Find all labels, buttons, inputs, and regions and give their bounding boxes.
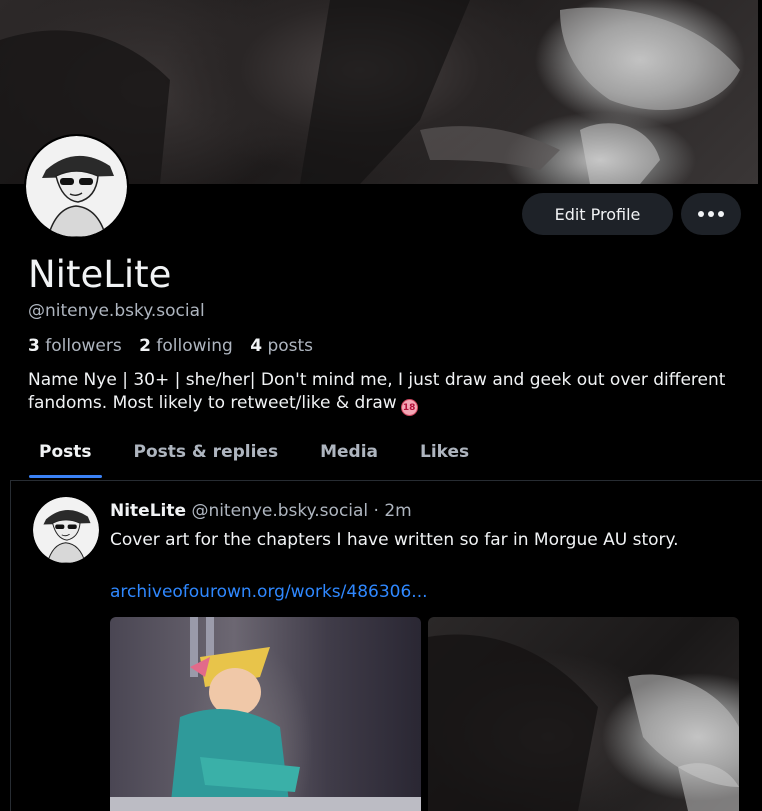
tab-media[interactable]: Media [299, 430, 399, 480]
tab-label: Media [320, 442, 378, 462]
post-author-handle[interactable]: @nitenye.bsky.social [191, 501, 368, 521]
following-link[interactable]: 2 following [139, 336, 233, 356]
no-under-18-icon: 18 [400, 399, 418, 416]
active-tab-indicator [29, 475, 102, 478]
tab-label: Posts & replies [133, 442, 279, 462]
following-count: 2 [139, 336, 151, 356]
post-link[interactable]: archiveofourown.org/works/486306... [110, 580, 428, 604]
profile-tabs: Posts Posts & replies Media Likes [18, 430, 490, 480]
posts-stat: 4 posts [250, 336, 313, 356]
avatar-image [33, 497, 99, 563]
edit-profile-button[interactable]: Edit Profile [522, 193, 673, 235]
bio-text: Name Nye | 30+ | she/her| Don't mind me,… [28, 370, 726, 413]
followers-label: followers [45, 336, 122, 356]
profile-bio: Name Nye | 30+ | she/her| Don't mind me,… [28, 369, 748, 416]
tab-posts-replies[interactable]: Posts & replies [113, 430, 300, 480]
post-author-name[interactable]: NiteLite [110, 501, 186, 521]
post-text: Cover art for the chapters I have writte… [110, 530, 679, 550]
feed-border [10, 480, 11, 811]
followers-link[interactable]: 3 followers [28, 336, 122, 356]
tab-label: Likes [420, 442, 470, 462]
tabs-divider [10, 480, 762, 481]
tab-posts[interactable]: Posts [18, 430, 113, 480]
display-name: NiteLite [28, 253, 172, 296]
profile-stats: 3 followers 2 following 4 posts [28, 335, 325, 357]
more-horizontal-icon [698, 211, 724, 217]
post-image-artwork-2 [428, 634, 739, 811]
post-timestamp[interactable]: · 2m [368, 501, 412, 521]
avatar[interactable] [24, 134, 129, 239]
post-image-2[interactable] [428, 617, 739, 811]
post-image-1[interactable] [110, 617, 421, 811]
post-header: NiteLite @nitenye.bsky.social · 2m [110, 499, 412, 523]
posts-label: posts [267, 336, 314, 356]
tab-likes[interactable]: Likes [399, 430, 490, 480]
profile-handle: @nitenye.bsky.social [28, 301, 205, 321]
avatar-image [26, 136, 127, 237]
banner-edge [758, 0, 760, 184]
post-author-avatar[interactable] [33, 497, 99, 563]
more-options-button[interactable] [681, 193, 741, 235]
posts-count: 4 [250, 336, 263, 356]
tab-label: Posts [39, 442, 92, 462]
following-label: following [156, 336, 233, 356]
followers-count: 3 [28, 336, 40, 356]
post-image-artwork-1 [110, 617, 421, 811]
